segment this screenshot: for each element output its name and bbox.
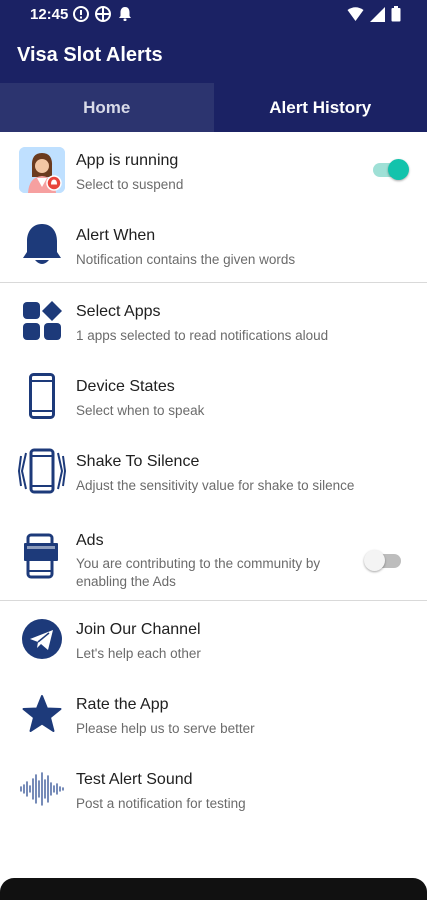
toggle-knob (388, 159, 409, 180)
telegram-icon (18, 615, 66, 663)
item-title: Alert When (76, 227, 156, 244)
ads-toggle[interactable] (364, 550, 401, 571)
alert-icon (73, 6, 89, 22)
settings-list: App is running Select to suspend Alert W… (0, 132, 427, 826)
item-title: Ads (76, 532, 104, 549)
item-subtitle: Adjust the sensitivity value for shake t… (76, 478, 355, 493)
item-subtitle: Select to suspend (76, 177, 184, 192)
list-item-join-channel[interactable]: Join Our Channel Let's help each other (0, 601, 427, 676)
apps-grid-icon (18, 297, 66, 345)
list-item-app-running[interactable]: App is running Select to suspend (0, 132, 427, 207)
item-subtitle: Let's help each other (76, 646, 201, 661)
item-title: Device States (76, 378, 175, 395)
tab-bar: Home Alert History (0, 83, 427, 132)
item-title: Select Apps (76, 303, 161, 320)
battery-icon (391, 6, 401, 22)
item-title: Rate the App (76, 696, 169, 713)
item-title: Shake To Silence (76, 453, 200, 470)
signal-icon (370, 6, 385, 22)
avatar-icon (18, 146, 66, 194)
list-item-alert-when[interactable]: Alert When Notification contains the giv… (0, 207, 427, 282)
app-title: Visa Slot Alerts (17, 44, 163, 66)
list-item-device-states[interactable]: Device States Select when to speak (0, 358, 427, 433)
star-icon (18, 690, 66, 738)
phone-icon (18, 372, 66, 420)
item-subtitle: 1 apps selected to read notifications al… (76, 328, 329, 343)
item-title: Join Our Channel (76, 621, 201, 638)
item-subtitle: Post a notification for testing (76, 796, 246, 811)
status-bar: 12:45 (0, 0, 427, 30)
status-time: 12:45 (30, 6, 69, 23)
list-item-select-apps[interactable]: Select Apps 1 apps selected to read noti… (0, 283, 427, 358)
list-item-shake-to-silence[interactable]: Shake To Silence Adjust the sensitivity … (0, 433, 427, 508)
gesture-handle[interactable] (0, 878, 427, 900)
status-left-icons (73, 6, 133, 22)
status-right-icons (347, 6, 401, 22)
item-subtitle: Notification contains the given words (76, 252, 296, 267)
tab-home[interactable]: Home (0, 83, 214, 132)
list-item-rate-app[interactable]: Rate the App Please help us to serve bet… (0, 676, 427, 751)
item-subtitle: Select when to speak (76, 403, 205, 418)
bell-icon (18, 221, 66, 269)
navigation-bar (0, 878, 427, 900)
app-bar: Visa Slot Alerts (0, 30, 427, 83)
item-title: Test Alert Sound (76, 771, 193, 788)
vpn-icon (95, 6, 111, 22)
item-subtitle: You are contributing to the community by… (76, 556, 321, 589)
tab-alert-history[interactable]: Alert History (214, 83, 427, 132)
running-toggle[interactable] (373, 159, 409, 180)
sound-wave-icon (18, 765, 66, 813)
ads-phone-icon (18, 532, 66, 580)
notification-bell-icon (119, 7, 131, 21)
item-subtitle: Please help us to serve better (76, 721, 255, 736)
list-item-ads[interactable]: Ads You are contributing to the communit… (0, 508, 427, 600)
item-title: App is running (76, 152, 179, 169)
wifi-icon (347, 6, 364, 21)
toggle-knob (364, 550, 385, 571)
list-item-test-alert-sound[interactable]: Test Alert Sound Post a notification for… (0, 751, 427, 826)
shake-phone-icon (18, 447, 66, 495)
